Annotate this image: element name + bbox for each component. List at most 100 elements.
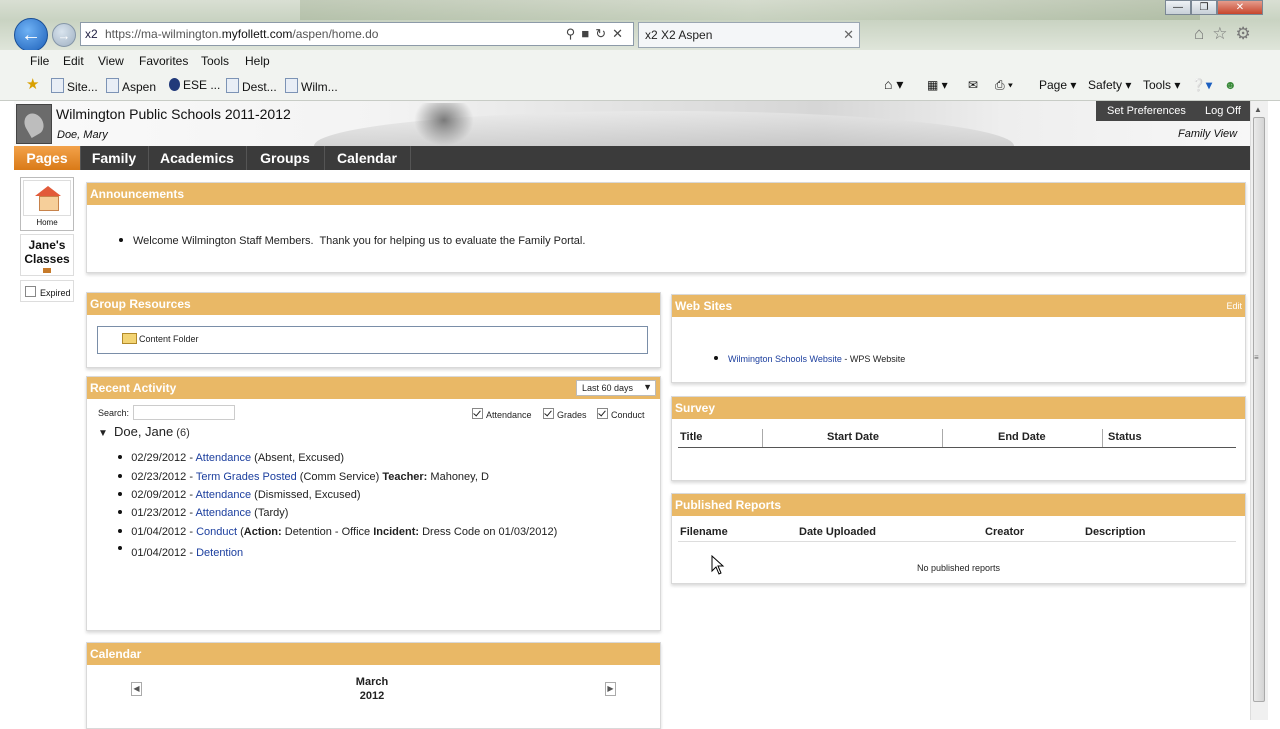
favorites-bar: ★ Site... Aspen ESE ... Dest... Wilm... …: [0, 72, 1280, 101]
filter-attendance[interactable]: Attendance: [472, 408, 532, 420]
print-icon[interactable]: ⎙ ▾: [995, 78, 1013, 93]
panel-header: Published Reports: [672, 494, 1245, 516]
safety-menu[interactable]: Safety ▾: [1088, 78, 1131, 92]
filter-grades[interactable]: Grades: [543, 408, 587, 420]
tab-close-icon[interactable]: ✕: [843, 27, 854, 43]
search-input[interactable]: [133, 405, 235, 420]
favorite-item[interactable]: Aspen: [106, 78, 156, 94]
column-header: Description: [1085, 526, 1146, 538]
page-icon: [285, 78, 298, 93]
panel-title: Announcements: [90, 187, 185, 201]
triangle-down-icon: ▼: [98, 428, 108, 439]
content-folder-link[interactable]: Content Folder: [139, 334, 199, 344]
recent-activity-panel: Recent Activity Last 60 days ▼ Search: A…: [86, 376, 661, 631]
header-tree: [414, 103, 474, 146]
seal-icon: [169, 78, 180, 91]
page-icon: [226, 78, 239, 93]
address-bar[interactable]: x2 https://ma-wilmington.myfollett.com/a…: [80, 22, 634, 46]
set-preferences-link[interactable]: Set Preferences: [1107, 105, 1186, 117]
sidebar-item-home[interactable]: Home: [20, 177, 74, 231]
back-button[interactable]: ←: [14, 18, 48, 52]
favorite-item[interactable]: Wilm...: [285, 78, 338, 94]
stop-icon[interactable]: ✕: [612, 26, 629, 41]
address-tools[interactable]: ⚲■↻✕: [566, 26, 629, 42]
refresh-icon[interactable]: ↻: [595, 26, 612, 41]
scroll-up-icon[interactable]: ▲: [1254, 105, 1262, 114]
scroll-thumb[interactable]: [1253, 117, 1265, 702]
panel-title: Group Resources: [90, 297, 191, 311]
favorite-item[interactable]: ESE ...: [169, 78, 220, 92]
school-title: Wilmington Public Schools 2011-2012: [56, 106, 291, 122]
favorite-item[interactable]: Site...: [51, 78, 98, 94]
edit-link[interactable]: Edit: [1226, 301, 1242, 311]
forward-button[interactable]: →: [52, 23, 76, 47]
maximize-button[interactable]: ❐: [1191, 0, 1217, 15]
favorite-item[interactable]: Dest...: [226, 78, 277, 94]
column-header: Status: [1108, 431, 1142, 443]
menu-edit[interactable]: Edit: [63, 54, 84, 68]
page-menu[interactable]: Page ▾: [1039, 78, 1076, 92]
page-icon: [106, 78, 119, 93]
rss-icon[interactable]: ▦ ▾: [927, 78, 948, 92]
survey-panel: Survey Title Start Date End Date Status: [671, 396, 1246, 481]
sidebar-item-label: Jane's Classes: [24, 238, 70, 266]
search-icon[interactable]: ⚲: [566, 26, 582, 41]
tools-menu[interactable]: Tools ▾: [1143, 78, 1180, 92]
menu-file[interactable]: File: [30, 54, 49, 68]
date-range-select[interactable]: Last 60 days ▼: [576, 380, 656, 396]
messenger-icon[interactable]: ☻: [1224, 78, 1237, 92]
website-link[interactable]: Wilmington Schools Website: [728, 354, 842, 364]
tab-icon: x2: [645, 28, 658, 42]
site-icon: x2: [85, 27, 98, 41]
minimize-button[interactable]: —: [1165, 0, 1191, 15]
home-icon[interactable]: ⌂: [1194, 24, 1212, 43]
tab-pages[interactable]: Pages: [14, 146, 81, 170]
list-item: 01/04/2012 - Detention: [106, 534, 243, 571]
prev-month-button[interactable]: ◀: [131, 682, 142, 696]
column-header: Date Uploaded: [799, 526, 877, 538]
expired-toggle[interactable]: Expired: [20, 280, 74, 302]
survey-table-header: Title Start Date End Date Status: [678, 429, 1236, 448]
log-off-link[interactable]: Log Off: [1205, 105, 1241, 117]
student-group-header[interactable]: ▼ Doe, Jane (6): [98, 424, 190, 439]
user-name: Doe, Mary: [57, 129, 108, 141]
browser-toolbar-icons: ⌂☆⚙: [1194, 24, 1274, 44]
student-name: Doe, Jane: [113, 424, 174, 439]
gear-icon[interactable]: ⚙: [1236, 24, 1259, 43]
panel-header: Announcements: [87, 183, 1245, 205]
search-label: Search:: [98, 408, 130, 418]
next-month-button[interactable]: ▶: [605, 682, 616, 696]
group-resources-panel: Group Resources Content Folder: [86, 292, 661, 368]
menu-favorites[interactable]: Favorites: [139, 54, 188, 68]
pencil-icon: [43, 268, 51, 273]
expired-checkbox[interactable]: [25, 286, 36, 297]
calendar-panel: Calendar ◀ March 2012 ▶: [86, 642, 661, 729]
menu-help[interactable]: Help: [245, 54, 270, 68]
mail-icon[interactable]: ✉: [968, 78, 978, 92]
close-window-button[interactable]: ✕: [1217, 0, 1263, 15]
menu-tools[interactable]: Tools: [201, 54, 229, 68]
announcement-text: Welcome Wilmington Staff Members. Thank …: [133, 235, 586, 247]
page-scrollbar[interactable]: ▲ ≡: [1250, 101, 1268, 720]
filter-conduct[interactable]: Conduct: [597, 408, 645, 420]
column-header: End Date: [998, 431, 1046, 443]
help-icon[interactable]: ❔▾: [1191, 78, 1212, 92]
tab-academics[interactable]: Academics: [148, 146, 247, 170]
tab-groups[interactable]: Groups: [246, 146, 325, 170]
menu-view[interactable]: View: [98, 54, 124, 68]
list-item: Wilmington Schools Website - WPS Website: [704, 344, 905, 374]
home-icon[interactable]: ⌂ ▾: [884, 76, 903, 93]
url-text[interactable]: https://ma-wilmington.myfollett.com/aspe…: [105, 27, 378, 41]
activity-link[interactable]: Detention: [196, 547, 243, 559]
favorites-star-icon[interactable]: ★: [26, 75, 39, 93]
browser-tab[interactable]: x2 X2 Aspen ✕: [638, 22, 860, 48]
tab-calendar[interactable]: Calendar: [324, 146, 411, 170]
tab-family[interactable]: Family: [80, 146, 149, 170]
sidebar-item-classes[interactable]: Jane's Classes: [20, 234, 74, 276]
column-header: Creator: [985, 526, 1025, 538]
list-item: Welcome Wilmington Staff Members. Thank …: [119, 235, 585, 247]
favorites-star-icon[interactable]: ☆: [1212, 24, 1235, 43]
date-range-value: Last 60 days: [582, 383, 634, 393]
page-icon: [51, 78, 64, 93]
menu-bar: File Edit View Favorites Tools Help: [0, 50, 1280, 73]
